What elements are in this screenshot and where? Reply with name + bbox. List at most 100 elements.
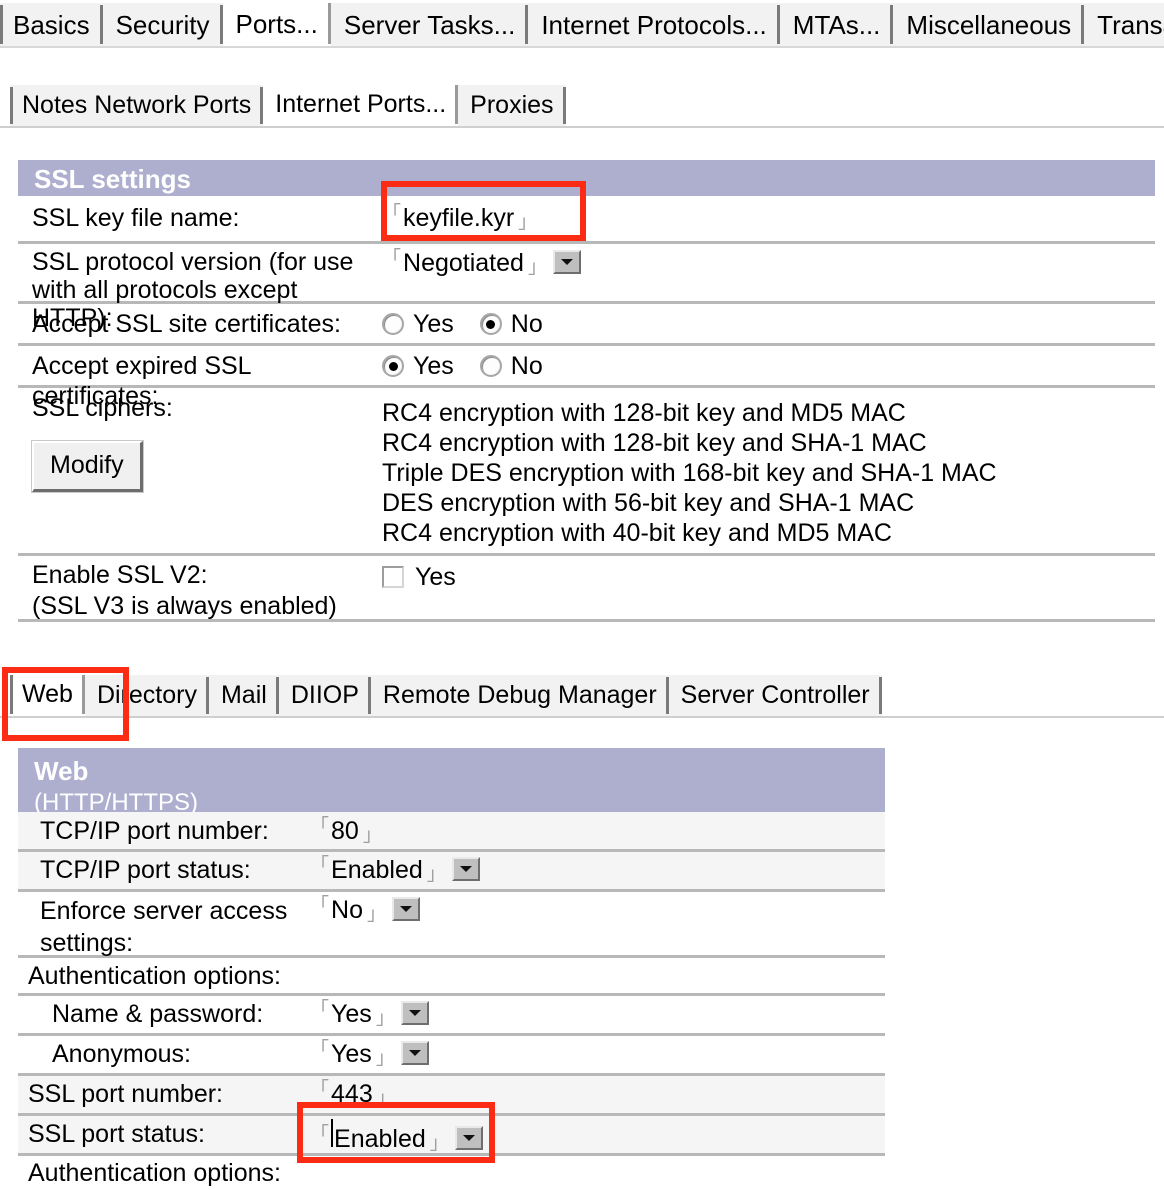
row-name-password: Name & password: 「 Yes 」 xyxy=(18,996,885,1036)
anonymous-value-cell: 「 Yes 」 xyxy=(306,1036,885,1069)
tcpip-port-number-input[interactable]: 「 80 」 xyxy=(310,816,382,846)
ssl-protocol-version-value-cell: 「 Negotiated 」 xyxy=(364,244,1155,278)
tab-notes-network-ports[interactable]: Notes Network Ports xyxy=(10,84,264,126)
ssl-protocol-version-label-line1: SSL protocol version (for use xyxy=(32,248,354,276)
tab-diiop[interactable]: DIIOP xyxy=(278,674,371,716)
enforce-server-access-select[interactable]: 「 No 」 xyxy=(310,895,386,925)
tab-server-tasks[interactable]: Server Tasks... xyxy=(330,2,529,46)
ssl-key-file-input[interactable]: 「 keyfile.kyr 」 xyxy=(382,203,537,233)
authentication-options-header: Authentication options: xyxy=(28,962,281,990)
row-authentication-options-header-2: Authentication options: xyxy=(18,1156,885,1190)
primary-tab-bar: Basics Security Ports... Server Tasks...… xyxy=(0,0,1164,46)
row-ssl-protocol-version: SSL protocol version (for use with all p… xyxy=(18,244,1155,332)
ssl-port-number-label: SSL port number: xyxy=(28,1080,224,1108)
tab-label: Remote Debug Manager xyxy=(382,681,657,709)
ssl-port-number-input[interactable]: 「 443 」 xyxy=(310,1079,396,1109)
tab-proxies[interactable]: Proxies xyxy=(458,84,566,126)
field-close-bracket-icon: 」 xyxy=(518,212,538,233)
tab-label: Server Controller xyxy=(680,681,870,709)
anonymous-text: Yes xyxy=(331,1040,372,1068)
field-open-bracket-icon: 「 xyxy=(310,999,330,1020)
tab-label: Internet Protocols... xyxy=(541,9,767,40)
radio-icon[interactable] xyxy=(479,313,502,335)
ssl-ciphers-label: SSL ciphers: xyxy=(32,394,173,422)
chevron-down-icon[interactable] xyxy=(392,897,420,921)
radio-icon[interactable] xyxy=(479,355,502,377)
field-open-bracket-icon: 「 xyxy=(310,895,330,916)
chevron-down-icon[interactable] xyxy=(400,1001,429,1025)
row-enforce-server-access: Enforce server access settings: 「 No 」 xyxy=(18,892,885,958)
modify-button[interactable]: Modify xyxy=(31,440,144,493)
tab-server-controller[interactable]: Server Controller xyxy=(668,674,882,716)
chevron-down-icon[interactable] xyxy=(451,857,480,881)
ssl-port-status-select[interactable]: 「Enabled 」 xyxy=(310,1119,449,1154)
row-ssl-ciphers: SSL ciphers: Modify RC4 encryption with … xyxy=(18,388,1155,556)
enable-ssl-v2-value-cell: Yes xyxy=(364,556,1155,595)
tcpip-port-status-value-cell: 「 Enabled 」 xyxy=(306,852,885,885)
tab-remote-debug-manager[interactable]: Remote Debug Manager xyxy=(370,674,669,716)
accept-expired-certs-radio-group: Yes No xyxy=(382,351,569,381)
name-password-select[interactable]: 「 Yes 」 xyxy=(310,999,395,1029)
cipher-item: RC4 encryption with 40-bit key and MD5 M… xyxy=(382,519,892,547)
tab-label: Notes Network Ports xyxy=(22,91,252,119)
tcpip-port-status-select[interactable]: 「 Enabled 」 xyxy=(310,855,446,885)
ssl-ciphers-label-cell: SSL ciphers: Modify xyxy=(18,388,364,493)
tab-mail[interactable]: Mail xyxy=(208,674,279,716)
row-ssl-key-file: SSL key file name: 「 keyfile.kyr 」 xyxy=(18,196,1155,244)
accept-site-certs-yes[interactable]: Yes xyxy=(382,309,454,339)
authentication-options-header-2: Authentication options: xyxy=(28,1159,281,1187)
radio-icon[interactable] xyxy=(382,355,404,377)
accept-site-certs-no[interactable]: No xyxy=(479,309,543,339)
row-accept-expired-certs: Accept expired SSL certificates: Yes No xyxy=(18,346,1155,410)
enable-ssl-v2-checkbox-wrap[interactable]: Yes xyxy=(382,562,456,592)
enable-ssl-v2-label-line1: Enable SSL V2: xyxy=(32,561,208,589)
ssl-protocol-version-text: Negotiated xyxy=(403,249,524,277)
field-open-bracket-icon: 「 xyxy=(310,1124,330,1145)
chevron-down-icon[interactable] xyxy=(400,1041,429,1065)
web-section-title: Web xyxy=(34,756,89,786)
ssl-protocol-version-select[interactable]: 「 Negotiated 」 xyxy=(382,248,547,278)
radio-label: No xyxy=(510,310,543,338)
field-close-bracket-icon: 」 xyxy=(375,1048,395,1069)
ssl-port-number-value-cell: 「 443 」 xyxy=(306,1076,885,1109)
field-open-bracket-icon: 「 xyxy=(382,248,402,269)
radio-icon[interactable] xyxy=(382,313,404,335)
chevron-down-icon[interactable] xyxy=(454,1126,483,1150)
row-enable-ssl-v2: Enable SSL V2: (SSL V3 is always enabled… xyxy=(18,556,1155,622)
accept-expired-certs-yes[interactable]: Yes xyxy=(382,351,454,381)
tab-miscellaneous[interactable]: Miscellaneous xyxy=(893,2,1085,46)
tab-basics[interactable]: Basics xyxy=(0,2,103,46)
ssl-ciphers-list: RC4 encryption with 128-bit key and MD5 … xyxy=(382,398,1155,548)
accept-site-certs-value-cell: Yes No xyxy=(364,304,1155,342)
tab-label: Miscellaneous xyxy=(906,9,1072,40)
tab-transactional[interactable]: Transaction xyxy=(1084,2,1164,46)
tcpip-port-number-text: 80 xyxy=(331,817,359,845)
field-open-bracket-icon: 「 xyxy=(310,816,330,837)
tab-internet-protocols[interactable]: Internet Protocols... xyxy=(528,2,781,46)
enable-ssl-v2-label-line2: (SSL V3 is always enabled) xyxy=(32,592,337,620)
chevron-down-icon[interactable] xyxy=(552,250,581,274)
tab-security[interactable]: Security xyxy=(102,2,223,46)
field-close-bracket-icon: 」 xyxy=(366,904,386,925)
anonymous-select[interactable]: 「 Yes 」 xyxy=(310,1039,395,1069)
tab-label: Mail xyxy=(220,681,267,709)
cipher-item: DES encryption with 56-bit key and SHA-1… xyxy=(382,489,915,517)
tab-internet-ports[interactable]: Internet Ports... xyxy=(263,82,459,126)
row-tcpip-port-status: TCP/IP port status: 「 Enabled 」 xyxy=(18,852,885,892)
tab-label: Proxies xyxy=(470,91,554,119)
secondary-tab-underline xyxy=(0,126,1164,128)
tcpip-port-number-value-cell: 「 80 」 xyxy=(306,812,885,846)
tab-mtas[interactable]: MTAs... xyxy=(779,2,894,46)
tab-label: Web xyxy=(22,680,73,708)
tab-web[interactable]: Web xyxy=(10,672,85,716)
row-ssl-port-status: SSL port status: 「Enabled 」 xyxy=(18,1116,885,1156)
tab-ports[interactable]: Ports... xyxy=(222,0,332,46)
tab-directory[interactable]: Directory xyxy=(84,674,209,716)
checkbox-icon[interactable] xyxy=(382,566,404,588)
tcpip-port-number-label: TCP/IP port number: xyxy=(40,817,269,845)
radio-label: Yes xyxy=(413,352,454,380)
field-open-bracket-icon: 「 xyxy=(310,1079,330,1100)
accept-expired-certs-no[interactable]: No xyxy=(479,351,543,381)
accept-site-certs-radio-group: Yes No xyxy=(382,309,569,339)
authentication-options-header-spacer xyxy=(306,958,885,965)
